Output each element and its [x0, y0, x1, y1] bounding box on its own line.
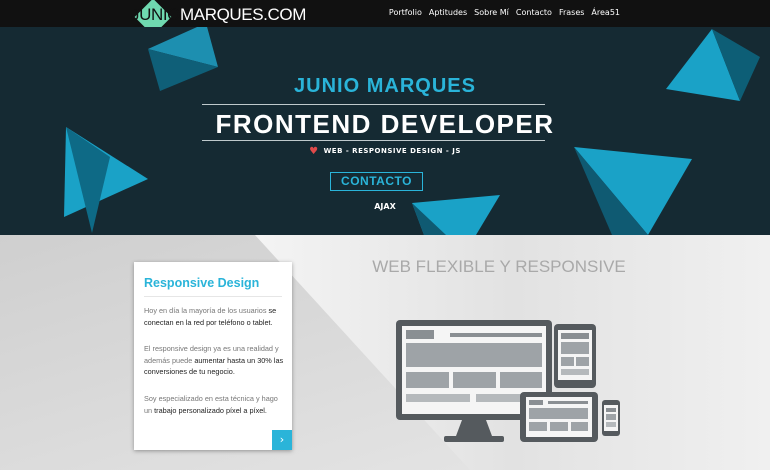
hero-divider-bottom — [202, 140, 545, 141]
card-title: Responsive Design — [144, 276, 260, 290]
hero-divider-top — [202, 104, 545, 105]
hero-subtitle: ♥ WEB - RESPONSIVE DESIGN - JS — [0, 146, 770, 157]
nav-contacto[interactable]: Contacto — [516, 8, 552, 17]
section-title: WEB FLEXIBLE Y RESPONSIVE — [372, 257, 626, 276]
top-nav: JUNIOMARQUES.COM Portfolio Aptitudes Sob… — [0, 0, 770, 36]
nav-area51[interactable]: Área51 — [591, 8, 620, 17]
responsive-design-card: Responsive Design Hoy en día la mayoría … — [134, 262, 292, 450]
hero-subtitle-text: WEB - RESPONSIVE DESIGN - JS — [323, 147, 461, 155]
responsive-devices-icon — [396, 320, 620, 442]
card-paragraph-3: Soy especializado en esta técnica y hago… — [144, 393, 286, 416]
card-paragraph-2: El responsive design ya es una realidad … — [144, 343, 286, 378]
hero-name: JUNIO MARQUES — [294, 75, 476, 97]
chevron-right-icon[interactable]: › — [272, 430, 292, 450]
card-p3-highlight: trabajo personalizado píxel a píxel. — [154, 405, 267, 415]
nav-aptitudes[interactable]: Aptitudes — [429, 8, 467, 17]
logo-part-1: JUNIO — [131, 5, 181, 24]
card-divider — [144, 296, 282, 297]
nav-portfolio[interactable]: Portfolio — [389, 8, 422, 17]
card-paragraph-1: Hoy en día la mayoría de los usuarios se… — [144, 305, 286, 328]
logo-text: JUNIOMARQUES.COM — [131, 5, 306, 25]
logo-part-2: MARQUES — [180, 5, 264, 24]
nav-frases[interactable]: Frases — [559, 8, 584, 17]
hero-title: FRONTEND DEVELOPER — [215, 109, 555, 139]
card-p1-text: Hoy en día la mayoría de los usuarios — [144, 306, 269, 315]
responsive-section: Responsive Design Hoy en día la mayoría … — [0, 235, 770, 470]
contact-button[interactable]: CONTACTO — [330, 172, 423, 191]
tablet-landscape-icon — [520, 392, 598, 442]
phone-icon — [602, 400, 620, 436]
ajax-link[interactable]: AJAX — [0, 202, 770, 211]
tablet-icon — [554, 324, 596, 388]
logo-part-3: .COM — [263, 5, 306, 24]
main-menu: Portfolio Aptitudes Sobre Mí Contacto Fr… — [389, 8, 620, 17]
hero-section: JUNIO MARQUES FRONTEND DEVELOPER ♥ WEB - … — [0, 27, 770, 235]
heart-icon: ♥ — [309, 146, 319, 157]
nav-sobre-mi[interactable]: Sobre Mí — [474, 8, 509, 17]
